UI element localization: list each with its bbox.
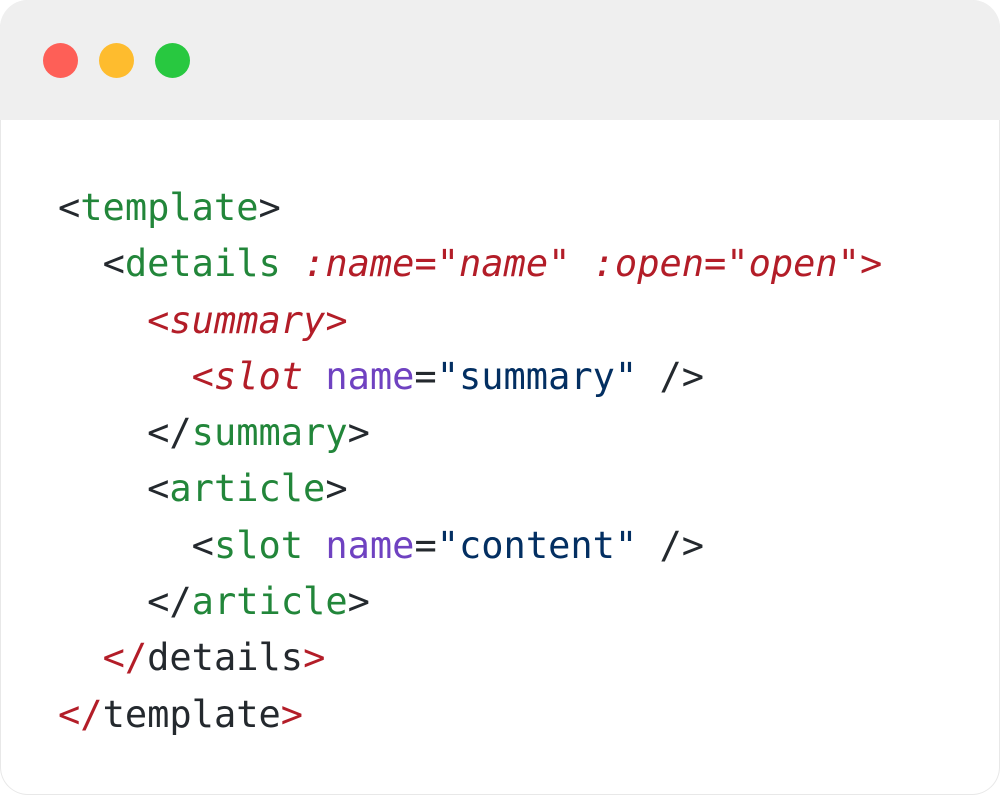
code-token: < <box>58 186 81 229</box>
code-token: <slot <box>191 354 326 398</box>
code-token: = <box>414 354 437 398</box>
code-line: </details> <box>58 630 978 686</box>
code-token: > <box>347 411 370 455</box>
close-button[interactable] <box>43 43 78 78</box>
code-token: </ <box>58 692 103 736</box>
code-token: > <box>303 636 326 680</box>
code-token: "summary" <box>436 354 638 398</box>
code-token: article <box>169 467 326 511</box>
code-token: < <box>191 523 214 567</box>
code-line: <summary> <box>58 293 978 349</box>
code-token: > <box>258 186 281 229</box>
code-token: name <box>325 523 415 567</box>
code-token: details <box>147 636 304 680</box>
code-line: <template> <box>58 180 978 236</box>
code-block: <template> <details :name="name" :open="… <box>58 180 978 743</box>
code-token: < <box>147 467 170 511</box>
code-token: </ <box>102 636 148 680</box>
code-line: <slot name="summary" /> <box>58 349 978 405</box>
code-line: </template> <box>58 687 978 743</box>
code-line: <details :name="name" :open="open"> <box>58 236 978 292</box>
code-token: /> <box>637 523 705 567</box>
code-token: < <box>102 242 125 286</box>
code-token: name <box>325 354 415 398</box>
code-window: <template> <details :name="name" :open="… <box>0 0 1000 795</box>
minimize-button[interactable] <box>99 43 134 78</box>
code-token: <summary> <box>147 298 348 342</box>
code-line: </summary> <box>58 405 978 461</box>
code-token: summary <box>191 411 348 455</box>
window-titlebar <box>0 0 1000 120</box>
code-token: :name="name" :open="open"> <box>303 242 883 286</box>
code-token: details <box>124 242 281 286</box>
maximize-button[interactable] <box>155 43 190 78</box>
code-token: > <box>325 467 348 511</box>
code-token: </ <box>147 411 192 455</box>
code-token: "content" <box>436 523 638 567</box>
code-token: slot <box>213 523 304 567</box>
code-line: </article> <box>58 574 978 630</box>
code-token: > <box>347 580 370 624</box>
code-token: article <box>191 580 348 624</box>
code-line: <article> <box>58 461 978 517</box>
code-token: template <box>102 692 281 736</box>
code-token: template <box>80 186 259 229</box>
code-token: > <box>280 692 304 736</box>
code-line: <slot name="content" /> <box>58 518 978 574</box>
code-token: /> <box>637 354 705 398</box>
code-token: </ <box>147 580 192 624</box>
code-token: = <box>414 523 437 567</box>
